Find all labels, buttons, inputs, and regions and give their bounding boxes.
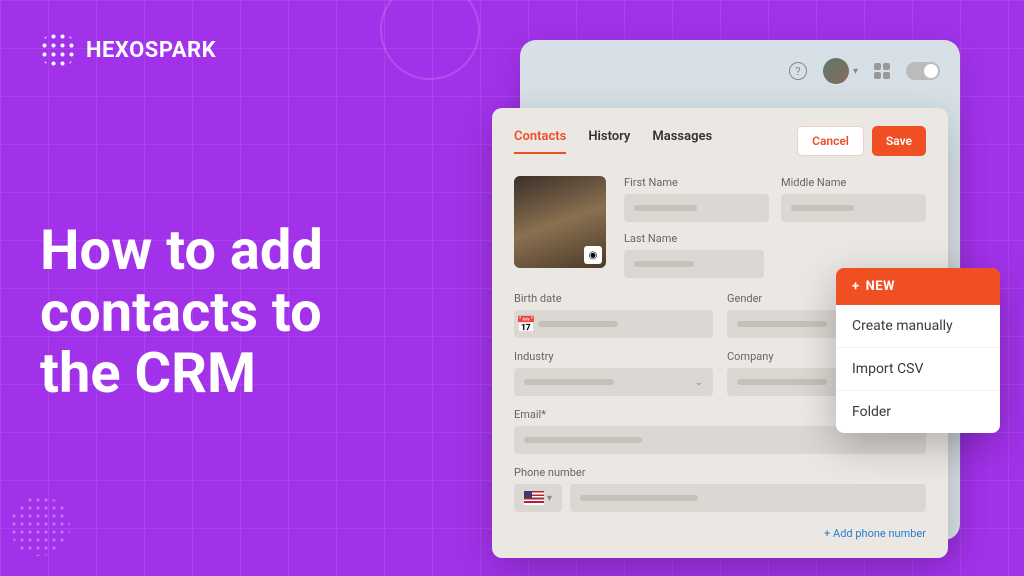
birth-date-input[interactable]: 📅	[514, 310, 713, 338]
add-phone-link[interactable]: + Add phone number	[514, 527, 926, 540]
first-name-input[interactable]	[624, 194, 769, 222]
cancel-button[interactable]: Cancel	[797, 126, 864, 156]
menu-item-import-csv[interactable]: Import CSV	[836, 348, 1000, 391]
help-icon[interactable]: ?	[789, 62, 807, 80]
new-menu-header: + NEW	[836, 268, 1000, 305]
middle-name-input[interactable]	[781, 194, 926, 222]
chevron-down-icon: ▾	[853, 66, 858, 77]
us-flag-icon	[524, 491, 544, 505]
tab-messages[interactable]: Massages	[652, 129, 712, 154]
save-button[interactable]: Save	[872, 126, 926, 156]
plus-icon: +	[852, 279, 860, 294]
industry-select[interactable]: ⌄	[514, 368, 713, 396]
brand-name: HEXOSPARK	[86, 38, 216, 63]
app-header-actions: ? ▾	[789, 58, 940, 84]
camera-icon[interactable]: ◉	[584, 246, 602, 264]
phone-label: Phone number	[514, 466, 926, 479]
industry-label: Industry	[514, 350, 713, 363]
menu-item-folder[interactable]: Folder	[836, 391, 1000, 433]
page-headline: How to add contacts to the CRM	[40, 220, 323, 405]
tab-history[interactable]: History	[588, 129, 630, 154]
chevron-down-icon: ▾	[547, 493, 552, 504]
middle-name-label: Middle Name	[781, 176, 926, 189]
country-code-select[interactable]: ▾	[514, 484, 562, 512]
decorative-circle-dots	[10, 496, 70, 556]
last-name-label: Last Name	[624, 232, 926, 245]
phone-input[interactable]	[570, 484, 926, 512]
calendar-icon: 📅	[514, 315, 538, 334]
avatar	[823, 58, 849, 84]
chevron-down-icon: ⌄	[695, 377, 703, 388]
tab-contacts[interactable]: Contacts	[514, 129, 566, 154]
last-name-input[interactable]	[624, 250, 764, 278]
brand-logo: HEXOSPARK	[40, 32, 216, 68]
new-contact-menu: + NEW Create manually Import CSV Folder	[836, 268, 1000, 433]
tab-bar: Contacts History Massages Cancel Save	[514, 126, 926, 156]
first-name-label: First Name	[624, 176, 769, 189]
hexospark-icon	[40, 32, 76, 68]
birth-date-label: Birth date	[514, 292, 713, 305]
new-menu-title: NEW	[866, 279, 895, 294]
apps-grid-icon[interactable]	[874, 63, 890, 79]
menu-item-create-manually[interactable]: Create manually	[836, 305, 1000, 348]
user-menu[interactable]: ▾	[823, 58, 858, 84]
theme-toggle[interactable]	[906, 62, 940, 80]
contact-photo[interactable]: ◉	[514, 176, 606, 268]
